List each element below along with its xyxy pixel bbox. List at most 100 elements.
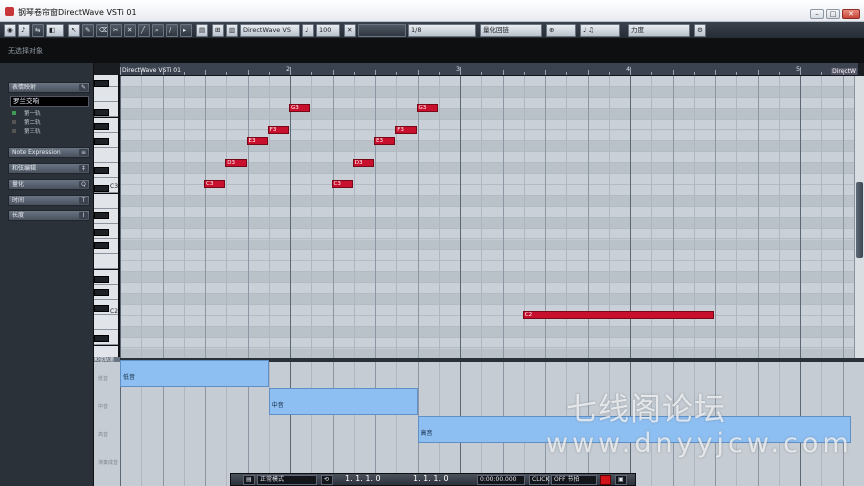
black-key[interactable] xyxy=(94,276,109,283)
white-key[interactable] xyxy=(94,148,118,163)
expression-map-section[interactable]: 表情映射 ✎ xyxy=(8,82,90,93)
length-section[interactable]: 长度 I xyxy=(8,210,90,221)
chord-edit-section[interactable]: 和弦编辑 ‡ xyxy=(8,163,90,174)
black-key[interactable] xyxy=(94,242,109,249)
instrument-icon[interactable]: ▥ xyxy=(226,24,238,37)
snap-icon[interactable]: ✕ xyxy=(344,24,356,37)
note-expression-icon[interactable]: ≡ xyxy=(79,149,88,156)
glue-tool-icon[interactable]: ✕ xyxy=(124,24,136,37)
midi-note-e3[interactable]: E3 xyxy=(374,136,396,145)
zoom-tool-icon[interactable]: ⌕ xyxy=(152,24,164,37)
vertical-scrollbar[interactable] xyxy=(854,76,864,359)
expression-map-icon[interactable]: ✎ xyxy=(79,84,88,91)
track-row-3[interactable]: 第三轨 xyxy=(12,128,41,136)
midi-note-g3[interactable]: G3 xyxy=(289,104,311,113)
quantize-select[interactable]: 1/8 xyxy=(408,24,476,37)
minimize-button[interactable]: – xyxy=(810,9,824,19)
note-grid[interactable]: C3 D3 E3 F3 G3 C3 D3 E3 F3 G3 C2 xyxy=(120,76,854,359)
track-row-1[interactable]: 第一轨 xyxy=(12,110,41,118)
grid-line xyxy=(247,76,249,359)
midi-note-d3[interactable]: D3 xyxy=(225,158,247,167)
instrument-select[interactable]: DirectWave VS xyxy=(240,24,300,37)
maximize-button[interactable]: □ xyxy=(826,9,840,19)
piano-keyboard[interactable]: C3 C2 xyxy=(94,75,120,359)
scissors-tool-icon[interactable]: ✂ xyxy=(110,24,122,37)
transport-menu-icon[interactable]: ▤ xyxy=(243,475,255,485)
transport-mode-select[interactable]: 正常模式 xyxy=(257,475,317,485)
insert-velocity-field[interactable]: 100 xyxy=(316,24,340,37)
chord-event[interactable]: 中音 xyxy=(268,388,418,415)
project-time[interactable]: 0:00:00.000 xyxy=(477,475,525,485)
black-key[interactable] xyxy=(94,123,109,130)
pointer-tool-icon[interactable]: ↖ xyxy=(68,24,80,37)
black-key[interactable] xyxy=(94,212,109,219)
black-key[interactable] xyxy=(94,305,109,312)
time-section[interactable]: 时间 T xyxy=(8,195,90,206)
black-key[interactable] xyxy=(94,185,109,192)
chord-event[interactable]: 高音 xyxy=(417,416,851,443)
bar-ruler[interactable]: DirectWave VSTi 01 DirectW 12345 xyxy=(120,63,864,76)
listen-icon[interactable]: ♪ xyxy=(18,24,30,37)
midi-note-g3[interactable]: G3 xyxy=(416,104,438,113)
quantize-section[interactable]: 量化 Q xyxy=(8,179,90,190)
note-expression-section[interactable]: Note Expression ≡ xyxy=(8,147,90,158)
midi-note-f3[interactable]: F3 xyxy=(267,125,289,134)
black-key[interactable] xyxy=(94,138,109,145)
mute-tool-icon[interactable]: ╱ xyxy=(138,24,150,37)
track-row-2[interactable]: 第二轨 xyxy=(12,119,41,127)
record-button[interactable] xyxy=(600,475,611,485)
velocity-lane-select[interactable]: 力度 xyxy=(628,24,690,37)
midi-note-f3[interactable]: F3 xyxy=(395,125,417,134)
black-key[interactable] xyxy=(94,289,109,296)
ruler-tick xyxy=(523,72,525,75)
grid-line xyxy=(268,76,270,359)
left-locator[interactable]: 1. 1. 1. 0 xyxy=(343,475,383,485)
midi-note-d3[interactable]: D3 xyxy=(352,158,374,167)
midi-note-e3[interactable]: E3 xyxy=(246,136,268,145)
chord-edit-icon[interactable]: ‡ xyxy=(79,165,88,172)
monitor-icon[interactable]: ▣ xyxy=(615,475,627,485)
pitch-lane xyxy=(120,283,854,294)
loop-icon[interactable]: ⟲ xyxy=(321,475,333,485)
note-length-icon[interactable]: ♩ ♫ xyxy=(580,24,620,37)
velocity-icon[interactable]: ♩ xyxy=(302,24,314,37)
black-key[interactable] xyxy=(94,229,109,236)
line-tool-icon[interactable]: ∕ xyxy=(166,24,178,37)
black-key[interactable] xyxy=(94,167,109,174)
length-icon[interactable]: I xyxy=(79,212,88,219)
snap-type-select[interactable] xyxy=(358,24,406,37)
chord-assist-icon[interactable]: ⊕ xyxy=(546,24,576,37)
midi-note-c2[interactable]: C2 xyxy=(522,311,714,320)
note-info-icon[interactable]: ▤ xyxy=(196,24,208,37)
solo-editor-icon[interactable]: ◉ xyxy=(4,24,16,37)
white-key[interactable] xyxy=(94,193,118,209)
settings-icon[interactable]: ⚙ xyxy=(694,24,706,37)
black-key[interactable] xyxy=(94,80,109,87)
white-key[interactable] xyxy=(94,254,118,270)
quantize-mode-select[interactable]: 量化回链 xyxy=(480,24,542,37)
quantize-icon[interactable]: Q xyxy=(79,181,88,188)
time-icon[interactable]: T xyxy=(79,197,88,204)
chord-track-lane[interactable]: 低音 中音 高音 演奏成音 低音 中音 高音 xyxy=(94,360,864,486)
midi-note-c3[interactable]: C3 xyxy=(204,180,226,189)
grid-line xyxy=(290,76,291,359)
chord-event[interactable]: 低音 xyxy=(120,360,269,387)
click-label[interactable]: CLICK xyxy=(529,475,549,485)
tools-icon[interactable]: ⊞ xyxy=(212,24,224,37)
click-state[interactable]: OFF 节拍 xyxy=(551,475,597,485)
midi-note-c3[interactable]: C3 xyxy=(331,180,353,189)
black-key[interactable] xyxy=(94,109,109,116)
white-key[interactable] xyxy=(94,87,118,103)
drum-map-field[interactable]: 罗兰交响 xyxy=(10,96,89,107)
vertical-scroll-thumb[interactable] xyxy=(856,182,863,258)
part-colors-icon[interactable]: ◧ xyxy=(46,24,64,37)
ruler-tick xyxy=(311,72,313,75)
eraser-tool-icon[interactable]: ⌫ xyxy=(96,24,108,37)
white-key[interactable] xyxy=(94,315,118,331)
pencil-tool-icon[interactable]: ✎ xyxy=(82,24,94,37)
close-button[interactable]: ✕ xyxy=(842,9,860,19)
black-key[interactable] xyxy=(94,335,109,342)
autoscroll-icon[interactable]: ⇆ xyxy=(32,24,44,37)
play-tool-icon[interactable]: ▸ xyxy=(180,24,192,37)
project-position[interactable]: 1. 1. 1. 0 xyxy=(411,475,451,485)
